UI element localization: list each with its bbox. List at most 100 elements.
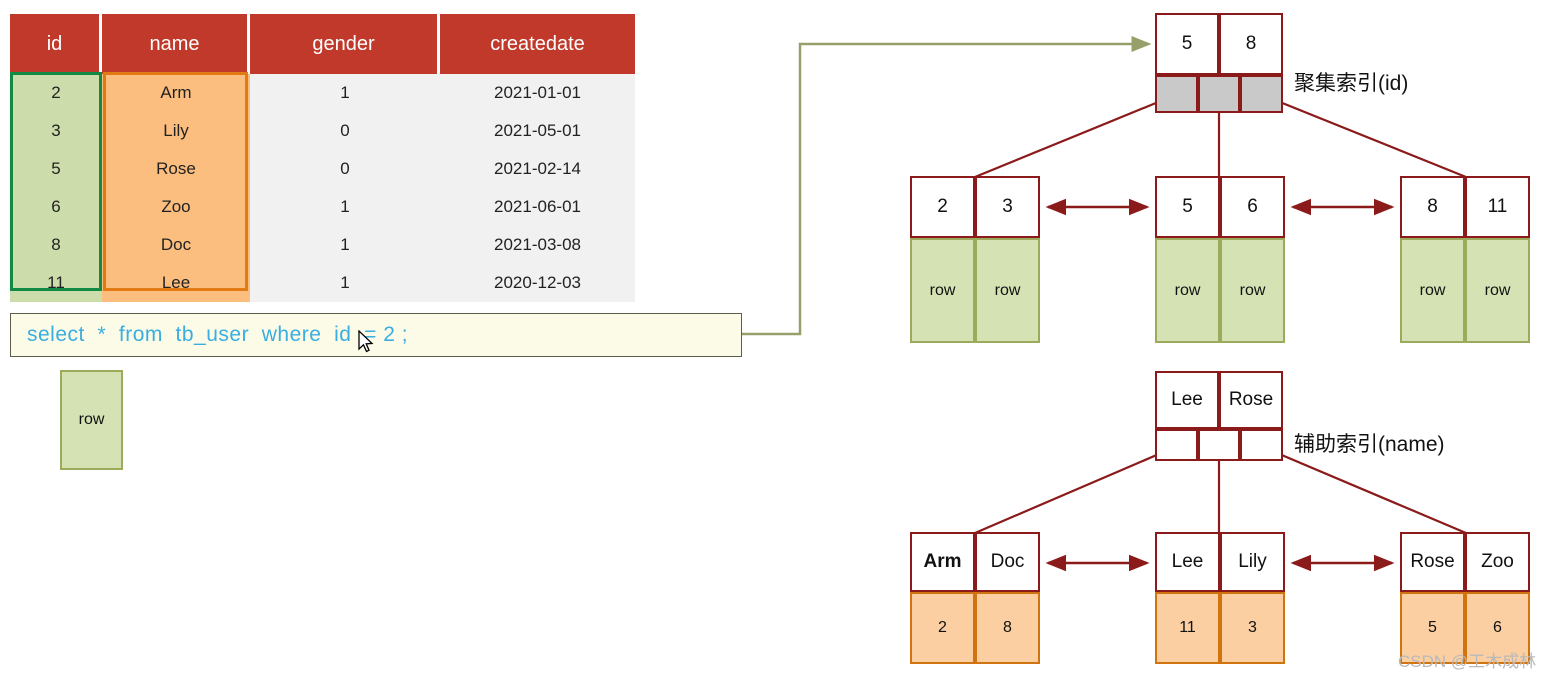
clustered-root-key: 5 <box>1155 13 1219 75</box>
leaf-data-cell: 2 <box>910 592 975 664</box>
cell-name: Lee <box>102 264 250 302</box>
leaf-data-cell: 11 <box>1155 592 1220 664</box>
secondary-index-leaf-node: Arm Doc 2 8 <box>910 532 1040 664</box>
csdn-watermark: CSDN @工木成林 <box>1398 652 1537 671</box>
secondary-index-leaf-node: Lee Lily 11 3 <box>1155 532 1285 664</box>
column-header-createdate: createdate <box>440 14 635 74</box>
leaf-key: 11 <box>1465 176 1530 238</box>
leaf-keys: Rose Zoo <box>1400 532 1530 592</box>
cell-gender: 0 <box>250 150 440 188</box>
sql-query-box[interactable]: select * from tb_user where id = 2 ; <box>10 313 742 357</box>
cell-createdate: 2020-12-03 <box>440 264 635 302</box>
secondary-index-label: 辅助索引(name) <box>1294 433 1445 456</box>
leaf-key: 8 <box>1400 176 1465 238</box>
leaf-data-cell: 8 <box>975 592 1040 664</box>
sql-query-text: select * from tb_user where id = 2 ; <box>27 323 409 346</box>
leaf-keys: Arm Doc <box>910 532 1040 592</box>
clustered-root-to-leaf-1 <box>974 94 1174 179</box>
leaf-data-cell: row <box>910 238 975 343</box>
leaf-key: Lee <box>1155 532 1220 592</box>
clustered-root-pointers <box>1155 75 1283 113</box>
cell-id: 6 <box>10 188 102 226</box>
leaf-key: Lily <box>1220 532 1285 592</box>
cell-name: Zoo <box>102 188 250 226</box>
table-row: 8 Doc 1 2021-03-08 <box>10 226 635 264</box>
leaf-key: 3 <box>975 176 1040 238</box>
leaf-key: Rose <box>1400 532 1465 592</box>
clustered-index-leaf-node: 2 3 row row <box>910 176 1040 343</box>
cell-createdate: 2021-03-08 <box>440 226 635 264</box>
clustered-root-pointer <box>1197 75 1241 113</box>
mouse-cursor-icon <box>358 330 374 353</box>
cell-id: 11 <box>10 264 102 302</box>
cell-createdate: 2021-06-01 <box>440 188 635 226</box>
secondary-root-to-leaf-1 <box>974 446 1174 535</box>
leaf-keys: Lee Lily <box>1155 532 1285 592</box>
leaf-key: Doc <box>975 532 1040 592</box>
secondary-root-key: Rose <box>1219 371 1283 429</box>
clustered-root-pointer <box>1155 75 1198 113</box>
clustered-index-root-node: 5 8 <box>1155 13 1283 113</box>
clustered-root-pointer <box>1240 75 1283 113</box>
leaf-data: 11 3 <box>1155 592 1285 664</box>
secondary-root-pointer <box>1197 429 1241 461</box>
leaf-data-cell: row <box>975 238 1040 343</box>
cell-gender: 0 <box>250 112 440 150</box>
leaf-data-cell: 3 <box>1220 592 1285 664</box>
cell-gender: 1 <box>250 188 440 226</box>
cell-gender: 1 <box>250 264 440 302</box>
cell-id: 5 <box>10 150 102 188</box>
secondary-root-pointers <box>1155 429 1283 461</box>
leaf-data: row row <box>910 238 1040 343</box>
leaf-keys: 2 3 <box>910 176 1040 238</box>
secondary-index-root-node: Lee Rose <box>1155 371 1283 461</box>
cell-name: Rose <box>102 150 250 188</box>
clustered-index-leaf-node: 8 11 row row <box>1400 176 1530 343</box>
clustered-root-key: 8 <box>1219 13 1283 75</box>
secondary-root-key: Lee <box>1155 371 1219 429</box>
column-header-gender: gender <box>250 14 440 74</box>
table-row: 11 Lee 1 2020-12-03 <box>10 264 635 302</box>
leaf-key: 6 <box>1220 176 1285 238</box>
clustered-root-keys: 5 8 <box>1155 13 1283 75</box>
table-row: 6 Zoo 1 2021-06-01 <box>10 188 635 226</box>
leaf-data: row row <box>1400 238 1530 343</box>
user-data-table: id name gender createdate 2 Arm 1 2021-0… <box>10 14 635 302</box>
cell-id: 8 <box>10 226 102 264</box>
column-header-name: name <box>102 14 250 74</box>
secondary-index-leaf-node: Rose Zoo 5 6 <box>1400 532 1530 664</box>
cell-id: 3 <box>10 112 102 150</box>
leaf-keys: 5 6 <box>1155 176 1285 238</box>
cell-gender: 1 <box>250 74 440 112</box>
clustered-index-leaf-node: 5 6 row row <box>1155 176 1285 343</box>
cell-name: Doc <box>102 226 250 264</box>
leaf-data-cell: row <box>1155 238 1220 343</box>
leaf-data-cell: row <box>1400 238 1465 343</box>
cell-gender: 1 <box>250 226 440 264</box>
query-result-row-box: row <box>60 370 123 470</box>
clustered-root-to-leaf-3 <box>1264 94 1467 179</box>
secondary-root-keys: Lee Rose <box>1155 371 1283 429</box>
cell-createdate: 2021-05-01 <box>440 112 635 150</box>
leaf-key: Zoo <box>1465 532 1530 592</box>
leaf-key: 2 <box>910 176 975 238</box>
secondary-root-pointer <box>1240 429 1283 461</box>
cell-name: Lily <box>102 112 250 150</box>
table-row: 3 Lily 0 2021-05-01 <box>10 112 635 150</box>
leaf-data: 2 8 <box>910 592 1040 664</box>
table-row: 5 Rose 0 2021-02-14 <box>10 150 635 188</box>
cell-createdate: 2021-01-01 <box>440 74 635 112</box>
leaf-data-cell: row <box>1465 238 1530 343</box>
row-label: row <box>78 411 105 428</box>
leaf-data: row row <box>1155 238 1285 343</box>
leaf-key: Arm <box>910 532 975 592</box>
cell-id: 2 <box>10 74 102 112</box>
leaf-key: 5 <box>1155 176 1220 238</box>
cell-createdate: 2021-02-14 <box>440 150 635 188</box>
secondary-root-to-leaf-3 <box>1264 446 1467 535</box>
clustered-index-label: 聚集索引(id) <box>1294 72 1409 95</box>
table-row: 2 Arm 1 2021-01-01 <box>10 74 635 112</box>
column-header-id: id <box>10 14 102 74</box>
secondary-root-pointer <box>1155 429 1198 461</box>
table-header-row: id name gender createdate <box>10 14 635 74</box>
